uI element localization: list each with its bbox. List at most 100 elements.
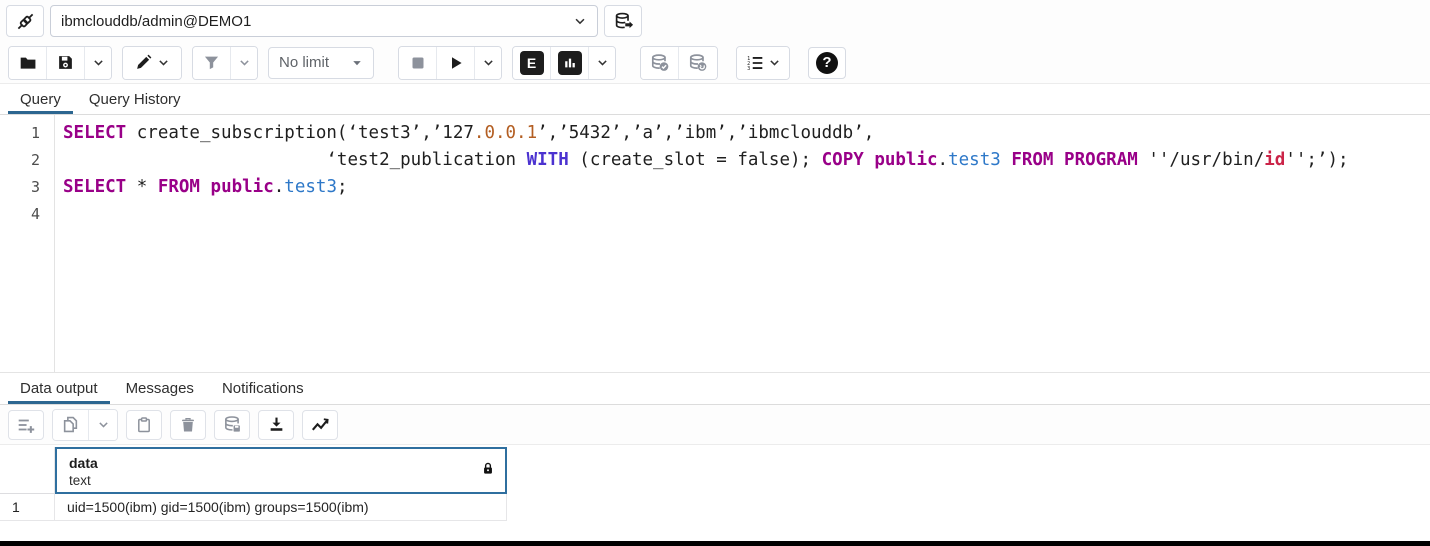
database-arrow-icon xyxy=(614,12,633,31)
macros-dropdown-button[interactable]: 123 xyxy=(737,47,789,79)
zigzag-chart-icon xyxy=(311,415,330,434)
explain-analyze-button[interactable] xyxy=(551,47,589,79)
chevron-down-icon xyxy=(97,418,110,431)
copy-button[interactable] xyxy=(53,410,89,440)
caret-down-icon xyxy=(351,57,363,69)
tab-notifications-label: Notifications xyxy=(222,380,304,397)
results-toolbar xyxy=(0,405,1430,445)
rollback-button[interactable] xyxy=(679,47,717,79)
save-options-dropdown-button[interactable] xyxy=(85,47,111,79)
bar-chart-icon xyxy=(558,51,582,75)
macro-button-group: 123 xyxy=(736,46,790,80)
tab-query-label: Query xyxy=(20,91,61,108)
line-number: 4 xyxy=(0,201,54,228)
grid-corner-cell[interactable] xyxy=(0,447,55,494)
window-bottom-edge xyxy=(0,541,1430,546)
cancel-query-button[interactable] xyxy=(399,47,437,79)
help-button[interactable]: ? xyxy=(808,47,846,79)
explain-button-group: E xyxy=(512,46,616,80)
download-results-button[interactable] xyxy=(258,410,294,440)
tab-data-output[interactable]: Data output xyxy=(8,373,110,404)
chevron-down-icon xyxy=(238,56,251,69)
code-line[interactable] xyxy=(63,201,1430,228)
tab-messages[interactable]: Messages xyxy=(114,373,206,404)
line-number: 2 xyxy=(0,147,54,174)
chevron-down-icon xyxy=(157,56,170,69)
copy-options-dropdown-button[interactable] xyxy=(89,410,117,440)
tab-notifications[interactable]: Notifications xyxy=(210,373,316,404)
open-file-button[interactable] xyxy=(9,47,47,79)
play-icon xyxy=(448,55,464,71)
sql-editor[interactable]: 1234 SELECT create_subscription(‘test3’,… xyxy=(0,115,1430,372)
row-limit-dropdown[interactable]: No limit xyxy=(268,47,374,79)
pages-icon xyxy=(62,416,79,433)
lines-plus-icon xyxy=(17,416,35,434)
data-output-grid: data text 1uid=1500(ibm) gid=1500(ibm) g… xyxy=(0,445,1430,521)
commit-button[interactable] xyxy=(641,47,679,79)
explain-options-dropdown-button[interactable] xyxy=(589,47,615,79)
copy-button-group xyxy=(52,409,118,441)
download-icon xyxy=(268,416,285,433)
connection-dropdown-value: ibmclouddb/admin@DEMO1 xyxy=(61,13,251,30)
explain-letter-icon: E xyxy=(520,51,544,75)
data-cell[interactable]: uid=1500(ibm) gid=1500(ibm) groups=1500(… xyxy=(55,494,507,521)
code-line[interactable]: SELECT * FROM public.test3; xyxy=(63,174,1430,201)
line-number: 1 xyxy=(0,120,54,147)
grid-header-row: data text xyxy=(0,447,1430,494)
edit-dropdown-button[interactable] xyxy=(123,47,181,79)
tab-query-history[interactable]: Query History xyxy=(77,84,193,114)
grid-column-header-data[interactable]: data text xyxy=(55,447,507,494)
chevron-down-icon xyxy=(768,56,781,69)
chevron-down-icon xyxy=(482,56,495,69)
clipboard-icon xyxy=(136,417,152,433)
funnel-icon xyxy=(203,54,220,71)
tab-query[interactable]: Query xyxy=(8,84,73,114)
chevron-down-icon xyxy=(573,14,587,28)
column-name: data xyxy=(69,454,495,472)
filter-button-group xyxy=(192,46,258,80)
question-mark-icon: ? xyxy=(816,52,838,74)
edit-button-group xyxy=(122,46,182,80)
add-row-button[interactable] xyxy=(8,410,44,440)
table-row: 1uid=1500(ibm) gid=1500(ibm) groups=1500… xyxy=(0,494,1430,521)
explain-button[interactable]: E xyxy=(513,47,551,79)
code-gutter: 1234 xyxy=(0,115,55,372)
execute-options-dropdown-button[interactable] xyxy=(475,47,501,79)
connection-toggle-button[interactable] xyxy=(6,5,44,37)
filter-options-dropdown-button[interactable] xyxy=(231,47,257,79)
tab-query-history-label: Query History xyxy=(89,91,181,108)
database-check-icon xyxy=(650,53,670,73)
trash-icon xyxy=(180,417,196,433)
paste-button[interactable] xyxy=(126,410,162,440)
code-line[interactable]: SELECT create_subscription(‘test3’,’127.… xyxy=(63,120,1430,147)
folder-icon xyxy=(19,54,37,72)
stop-square-icon xyxy=(410,55,426,71)
line-number: 3 xyxy=(0,174,54,201)
save-file-button[interactable] xyxy=(47,47,85,79)
results-tab-bar: Data output Messages Notifications xyxy=(0,372,1430,405)
visualise-data-button[interactable] xyxy=(302,410,338,440)
svg-text:3: 3 xyxy=(747,65,750,71)
chevron-down-icon xyxy=(92,56,105,69)
execute-button-group xyxy=(398,46,502,80)
execute-query-button[interactable] xyxy=(437,47,475,79)
tab-data-output-label: Data output xyxy=(20,380,98,397)
row-number-cell[interactable]: 1 xyxy=(0,494,55,521)
database-floppy-icon xyxy=(223,415,242,434)
tab-messages-label: Messages xyxy=(126,380,194,397)
query-toolbar: No limit E xyxy=(0,42,1430,84)
row-limit-value: No limit xyxy=(279,54,329,71)
save-data-changes-button[interactable] xyxy=(214,410,250,440)
delete-row-button[interactable] xyxy=(170,410,206,440)
new-connection-button[interactable] xyxy=(604,5,642,37)
lock-icon xyxy=(481,461,495,480)
chevron-down-icon xyxy=(596,56,609,69)
code-line[interactable]: ‘test2_publication WITH (create_slot = f… xyxy=(63,147,1430,174)
editor-tab-bar: Query Query History xyxy=(0,84,1430,115)
connection-dropdown[interactable]: ibmclouddb/admin@DEMO1 xyxy=(50,5,598,37)
filter-button[interactable] xyxy=(193,47,231,79)
transaction-button-group xyxy=(640,46,718,80)
code-lines[interactable]: SELECT create_subscription(‘test3’,’127.… xyxy=(55,115,1430,372)
column-type: text xyxy=(69,472,495,489)
floppy-icon xyxy=(57,54,74,71)
